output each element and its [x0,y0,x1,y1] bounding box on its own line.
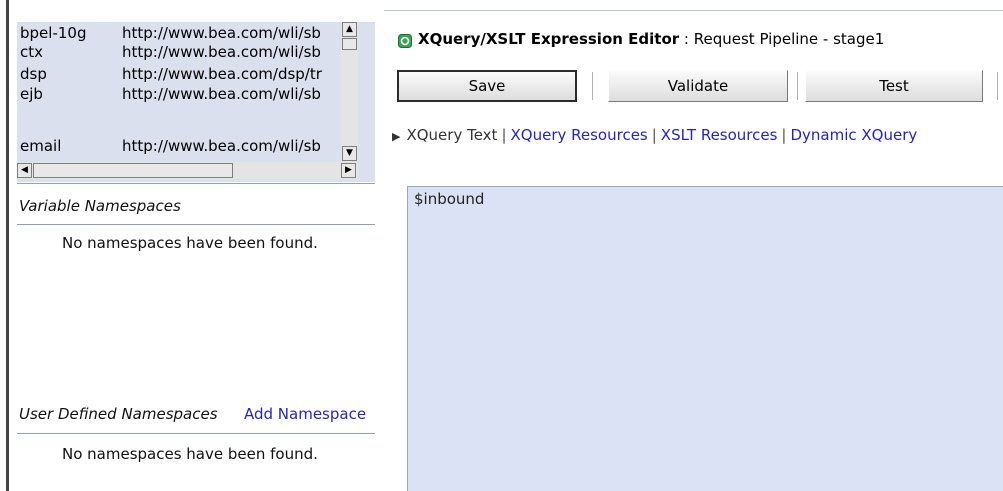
namespace-uri: http://www.bea.com/wli/sb [122,85,321,103]
user-namespaces-empty-message: No namespaces have been found. [62,445,318,463]
namespace-uri: http://www.bea.com/dsp/tr [122,65,322,83]
vertical-scroll-thumb[interactable] [342,38,357,50]
namespace-prefix: email [20,137,62,155]
namespace-row[interactable]: dsp http://www.bea.com/dsp/tr [17,63,357,85]
namespace-prefix: dsp [20,65,47,83]
scroll-up-icon[interactable]: ▲ [342,22,357,37]
editor-title: XQuery/XSLT Expression Editor : Request … [418,30,884,48]
variable-namespaces-empty-message: No namespaces have been found. [62,234,318,252]
section-divider [17,224,375,225]
tab-separator: | [501,126,507,144]
editor-title-subtitle: : Request Pipeline - stage1 [679,30,885,48]
validate-button[interactable]: Validate [608,70,788,102]
test-button[interactable]: Test [805,70,983,102]
namespace-row[interactable]: ctx http://www.bea.com/wli/sb [17,41,357,63]
save-button[interactable]: Save [397,70,577,102]
user-namespaces-heading: User Defined Namespaces [19,405,218,423]
namespace-row[interactable]: ejb http://www.bea.com/wli/sb [17,83,357,105]
scroll-left-icon[interactable]: ◀ [17,163,32,178]
xquery-expression-text: $inbound [414,190,485,208]
tab-xslt-resources[interactable]: XSLT Resources [661,126,778,144]
toolbar-separator [592,72,593,100]
namespace-horizontal-scrollbar[interactable]: ◀ ▶ [17,162,358,179]
expand-triangle-icon: ▶ [392,130,401,143]
namespace-prefix: ejb [20,85,43,103]
toolbar-separator [997,72,998,100]
tab-dynamic-xquery[interactable]: Dynamic XQuery [790,126,917,144]
xquery-text-area[interactable] [407,186,1003,491]
tab-xquery-resources[interactable]: XQuery Resources [511,126,648,144]
namespace-prefix: ctx [20,43,44,61]
section-divider [17,433,375,434]
scroll-right-icon[interactable]: ▶ [341,163,356,178]
pane-divider [6,0,9,491]
section-divider [17,183,375,184]
horizontal-scroll-thumb[interactable] [33,163,233,178]
tab-separator: | [651,126,657,144]
xquery-editor-icon [398,34,412,48]
editor-tabs: ▶ XQuery Text | XQuery Resources | XSLT Resou… [392,124,917,146]
namespace-list: bpel-10g http://www.bea.com/wli/sb ctx h… [17,22,375,182]
namespace-vertical-scrollbar[interactable]: ▲ ▼ [341,22,358,162]
toolbar-separator [797,72,798,100]
scroll-down-icon[interactable]: ▼ [342,146,357,161]
namespace-uri: http://www.bea.com/wli/sb [122,137,321,155]
top-divider [384,10,1003,11]
editor-title-main: XQuery/XSLT Expression Editor [418,30,680,48]
add-namespace-link[interactable]: Add Namespace [244,405,366,423]
namespace-row[interactable]: email http://www.bea.com/wli/sb [17,135,357,157]
namespace-uri: http://www.bea.com/wli/sb [122,43,321,61]
tab-xquery-text: XQuery Text [406,126,498,144]
tab-separator: | [781,126,787,144]
variable-namespaces-heading: Variable Namespaces [19,197,181,215]
